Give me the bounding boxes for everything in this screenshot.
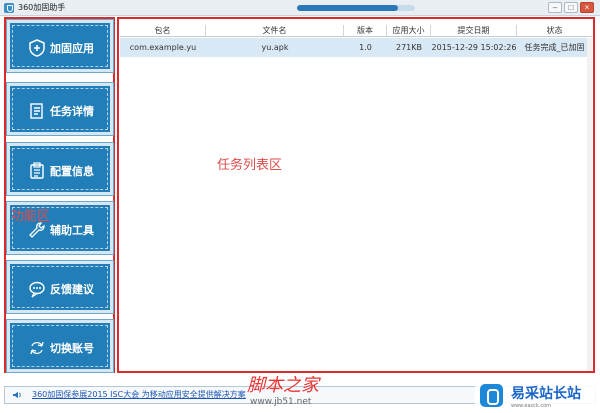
logo-en-text: www.easck.com (511, 403, 552, 409)
cell-file-name: yu.apk (261, 43, 289, 52)
column-app-size[interactable]: 应用大小 (387, 25, 431, 37)
sidebar-item-label: 辅助工具 (50, 224, 94, 237)
speaker-icon (13, 391, 21, 399)
sidebar-item-task-details[interactable]: 任务详情 (6, 82, 114, 136)
cell-app-size: 271KB (395, 43, 422, 52)
announcement-link[interactable]: 360加固保参展2015 ISC大会 为移动应用安全提供解决方案 (32, 389, 246, 400)
close-button[interactable]: × (580, 2, 594, 13)
clipboard-icon (30, 162, 44, 179)
column-status[interactable]: 状态 (517, 25, 592, 37)
cell-status: 任务完成_已加固 (524, 43, 585, 52)
progress-bar (297, 5, 415, 11)
task-list-highlight (117, 17, 595, 373)
table-row[interactable]: com.example.yu yu.apk 1.0 271KB 2015-12-… (120, 38, 592, 57)
progress-fill (297, 5, 399, 11)
window-title: 360加固助手 (18, 3, 66, 12)
cell-submit-date: 2015-12-29 15:02:26 (431, 43, 517, 52)
sidebar-item-configuration[interactable]: 配置信息 (6, 142, 114, 196)
column-file-name[interactable]: 文件名 (206, 25, 344, 37)
cell-package-name: com.example.yu (129, 43, 197, 52)
logo-mark-icon (480, 384, 503, 407)
chat-bubble-icon (29, 281, 45, 298)
logo-cn-text: 易采站长站 (511, 386, 581, 402)
minimize-button[interactable]: ‒ (548, 2, 562, 13)
function-area-label: 功能区 (11, 209, 51, 224)
sidebar-item-label: 切换账号 (50, 342, 94, 355)
cell-version: 1.0 (359, 43, 372, 52)
column-version[interactable]: 版本 (344, 25, 387, 37)
shield-plus-icon (29, 39, 45, 57)
task-details-icon (30, 103, 43, 119)
switch-account-icon (30, 341, 44, 355)
table-scrollbar[interactable] (587, 38, 592, 371)
task-list-area-label: 任务列表区 (217, 158, 283, 173)
sidebar-item-harden-app[interactable]: 加固应用 (6, 19, 114, 73)
sidebar-item-label: 任务详情 (50, 105, 94, 118)
restore-button[interactable]: □ (564, 2, 578, 13)
watermark-logo: 易采站长站 www.easck.com (475, 381, 597, 412)
sidebar-item-label: 反馈建议 (50, 283, 94, 296)
sidebar-item-switch-account[interactable]: 切换账号 (6, 319, 114, 373)
sidebar-item-label: 配置信息 (50, 165, 94, 178)
sidebar-item-label: 加固应用 (50, 42, 94, 55)
sidebar-item-feedback[interactable]: 反馈建议 (6, 260, 114, 314)
title-bar: 360加固助手 ‒ □ × (0, 0, 600, 16)
watermark-site-cn: 脚本之家 (247, 375, 319, 396)
column-submit-date[interactable]: 提交日期 (431, 25, 517, 37)
column-package-name[interactable]: 包名 (120, 25, 206, 37)
task-table-header: 包名 文件名 版本 应用大小 提交日期 状态 (120, 25, 592, 37)
app-shield-icon (4, 3, 14, 13)
watermark-site-en: www.jb51.net (250, 397, 312, 407)
